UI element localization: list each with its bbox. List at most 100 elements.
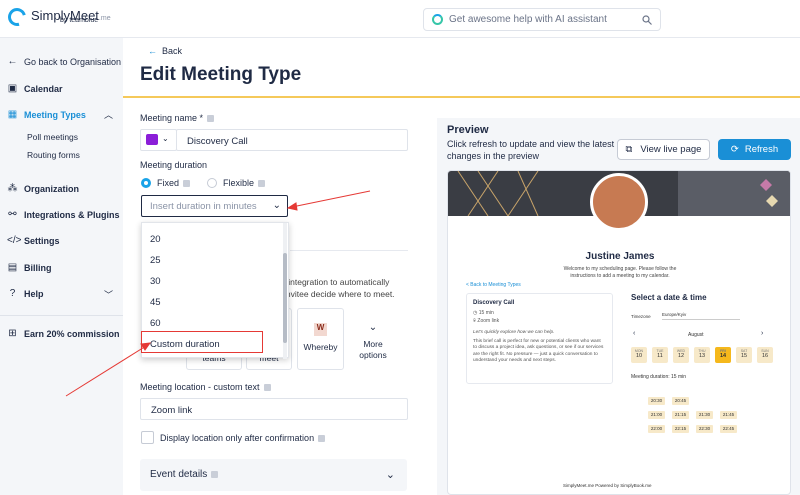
section-divider (290, 250, 408, 251)
preview-title: Preview (447, 124, 489, 136)
top-bar: SimplyMeet.me by teamblue Get awesome he… (0, 0, 800, 38)
dropdown-scrollbar[interactable] (283, 223, 287, 359)
day-cell[interactable]: WED 12 (673, 347, 689, 363)
duration-select[interactable]: Insert duration in minutes ⌄ (141, 195, 288, 217)
fixed-radio[interactable] (141, 178, 151, 188)
color-swatch (146, 134, 158, 145)
display-after-confirm-checkbox[interactable] (141, 431, 154, 444)
arrow-left-icon: ← (148, 46, 157, 56)
sidebar-item-calendar[interactable]: ▣ Calendar (7, 83, 63, 94)
sidebar-divider (0, 315, 123, 316)
time-slot[interactable]: 22:00 (648, 425, 665, 433)
time-slot[interactable]: 22:30 (696, 425, 713, 433)
chevron-right-icon[interactable]: › (761, 330, 763, 337)
timezone-select[interactable]: Europe/Kyiv (662, 312, 740, 320)
meeting-name-label: Meeting name * (140, 113, 215, 123)
time-slot[interactable]: 22:45 (720, 425, 737, 433)
display-after-confirm-label: Display location only after confirmation (160, 433, 326, 443)
plug-icon: ⚯ (8, 209, 17, 220)
sidebar-item-help[interactable]: ? Help (7, 288, 44, 299)
external-link-icon: ⧉ (625, 144, 633, 155)
more-options-tile[interactable]: ⌄ More options (350, 308, 396, 370)
back-to-organisation[interactable]: ← Go back to Organisation (7, 56, 122, 67)
sidebar-item-routing-forms[interactable]: Routing forms (27, 150, 80, 160)
card-icon: ▤ (7, 262, 18, 273)
info-icon[interactable] (318, 435, 326, 443)
time-slot[interactable]: 21:30 (696, 411, 713, 419)
info-icon[interactable] (183, 180, 191, 188)
view-live-page-button[interactable]: ⧉ View live page (617, 139, 710, 160)
whereby-tile[interactable]: W Whereby (297, 308, 344, 370)
info-icon[interactable] (211, 470, 219, 478)
meeting-name-input[interactable]: Discovery Call (176, 129, 408, 151)
arrow-left-icon: ← (7, 56, 18, 67)
meeting-duration-text: Meeting duration: 15 min (631, 374, 687, 380)
sidebar-item-billing[interactable]: ▤ Billing (7, 262, 52, 273)
calendar-icon: ▣ (7, 83, 18, 94)
time-slot[interactable]: 21:00 (648, 411, 665, 419)
refresh-button[interactable]: ⟳ Refresh (718, 139, 791, 160)
day-cell[interactable]: TUE 11 (652, 347, 668, 363)
sidebar-item-organization[interactable]: ⁂ Organization (7, 183, 80, 194)
day-cell[interactable]: SUN 16 (757, 347, 773, 363)
gift-icon: ⊞ (8, 328, 17, 339)
day-cell[interactable]: SAT 15 (736, 347, 752, 363)
time-slot[interactable]: 20:30 (648, 397, 665, 405)
location-icon: ⌾ (473, 318, 477, 324)
whereby-icon: W (314, 323, 327, 336)
highlight-box (141, 331, 263, 353)
event-details-accordion[interactable]: Event details ⌄ (140, 459, 407, 491)
day-cell-selected[interactable]: FRI 14 (715, 347, 731, 363)
duration-option-20[interactable]: 20 (150, 234, 161, 245)
chevron-up-icon[interactable]: ︿ (104, 108, 113, 121)
back-to-meeting-types-link[interactable]: < Back to Meeting Types (466, 282, 521, 288)
search-icon[interactable] (642, 14, 652, 25)
preview-frame: Justine James Welcome to my scheduling p… (447, 170, 791, 495)
duration-label: Meeting duration (140, 160, 208, 170)
duration-option-30[interactable]: 30 (150, 276, 161, 287)
custom-location-label: Meeting location - custom text (140, 382, 271, 392)
sidebar-item-meeting-types[interactable]: ▦ Meeting Types (7, 109, 86, 120)
sidebar-item-settings[interactable]: </> Settings (7, 235, 60, 246)
sidebar-item-poll-meetings[interactable]: Poll meetings (27, 132, 78, 142)
clock-icon: ◷ (473, 310, 478, 316)
calendar-grid-icon: ▦ (7, 109, 18, 120)
chevron-left-icon[interactable]: ‹ (633, 330, 635, 337)
code-icon: </> (7, 235, 22, 246)
time-slot[interactable]: 20:45 (672, 397, 689, 405)
time-slot[interactable]: 21:45 (720, 411, 737, 419)
chevron-down-icon: ⌄ (272, 200, 281, 211)
chevron-down-icon[interactable]: ﹀ (104, 288, 113, 301)
profile-name: Justine James (585, 251, 655, 262)
month-label: August (688, 332, 704, 338)
info-icon[interactable] (258, 180, 266, 188)
page-title: Edit Meeting Type (140, 64, 302, 85)
day-cell[interactable]: MON 10 (631, 347, 647, 363)
info-icon[interactable] (263, 384, 271, 392)
custom-location-input[interactable]: Zoom link (140, 398, 408, 420)
event-card: Discovery Call ◷ 15 min ⌾ Zoom link Let'… (466, 293, 613, 384)
chevron-down-icon: ⌄ (385, 469, 395, 481)
time-slot[interactable]: 22:15 (672, 425, 689, 433)
welcome-text: Welcome to my scheduling page. Please fo… (563, 266, 677, 279)
duration-option-60[interactable]: 60 (150, 318, 161, 329)
ai-icon (432, 14, 443, 25)
flexible-radio[interactable] (207, 178, 217, 188)
sidebar-item-integrations[interactable]: ⚯ Integrations & Plugins (7, 209, 119, 220)
back-link[interactable]: ← Back (148, 46, 182, 56)
timezone-label: Timezone (631, 314, 651, 319)
ai-search-input[interactable]: Get awesome help with AI assistant (423, 8, 661, 31)
duration-option-25[interactable]: 25 (150, 255, 161, 266)
logo-icon (4, 4, 30, 30)
sidebar-item-earn-commission[interactable]: ⊞ Earn 20% commission (7, 328, 119, 339)
day-cell[interactable]: THU 13 (694, 347, 710, 363)
refresh-icon: ⟳ (730, 144, 739, 155)
duration-option-45[interactable]: 45 (150, 297, 161, 308)
header-divider (123, 96, 800, 98)
preview-footer: SimplyMeet.me Powered by SimplyBook.me (563, 483, 652, 488)
org-icon: ⁂ (7, 183, 18, 194)
time-slot[interactable]: 21:15 (672, 411, 689, 419)
help-icon: ? (9, 288, 16, 299)
info-icon[interactable] (207, 115, 215, 123)
fixed-label: Fixed (157, 178, 191, 188)
